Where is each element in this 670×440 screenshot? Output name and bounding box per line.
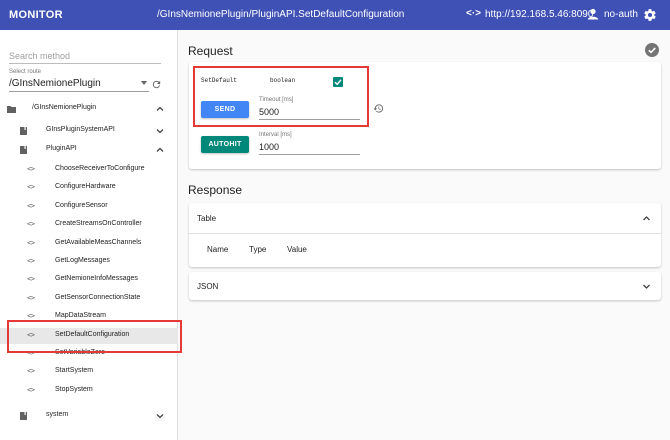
method-item[interactable]: <> CreateStreamsOnController: [0, 217, 178, 233]
history-icon[interactable]: [373, 103, 384, 114]
search-method-input[interactable]: [9, 48, 161, 64]
method-item-label: ConfigureHardware: [55, 183, 116, 191]
send-button-label: SEND: [214, 106, 236, 113]
book-icon: [20, 412, 27, 420]
method-item[interactable]: <> MapDataStream: [0, 309, 178, 325]
code-icon: <>: [27, 385, 35, 394]
tree-node-system[interactable]: system: [0, 408, 178, 424]
book-icon: [20, 127, 27, 135]
code-icon: <>: [27, 349, 35, 357]
user-label[interactable]: no-auth: [604, 9, 638, 20]
method-item-label: SetVariableZero: [55, 349, 106, 356]
code-icon: <>: [27, 238, 35, 247]
method-item-label: GetAvailableMeasChannels: [55, 238, 142, 246]
code-icon: <>: [27, 312, 35, 321]
response-heading: Response: [188, 183, 243, 197]
param-type: boolean: [270, 77, 296, 84]
refresh-icon[interactable]: [151, 79, 162, 90]
method-item[interactable]: <> SetVariableZero: [0, 346, 178, 362]
route-select-value: /GInsNemionePlugin: [9, 78, 101, 89]
dropdown-caret-icon: [141, 81, 147, 85]
method-item-label: MapDataStream: [55, 312, 106, 320]
gear-icon[interactable]: [643, 8, 657, 22]
code-icon: <>: [27, 275, 35, 284]
timeout-label: Timeout [ms]: [259, 97, 294, 103]
method-item[interactable]: <> ConfigureHardware: [0, 180, 178, 196]
json-panel[interactable]: JSON: [189, 272, 661, 300]
autohit-button-label: AUTOHIT: [208, 141, 242, 148]
method-item[interactable]: <> StartSystem: [0, 364, 178, 380]
code-icon: <>: [27, 201, 35, 210]
tree-node-label: /GInsNemionePlugin: [32, 104, 97, 111]
table-panel: Table Name Type Value: [189, 203, 661, 267]
column-header-name: Name: [207, 245, 229, 254]
route-select[interactable]: /GInsNemionePlugin: [9, 78, 149, 92]
method-item-label: StartSystem: [55, 367, 94, 375]
tree-node-label: GInsPluginSystemAPI: [46, 126, 115, 133]
method-item[interactable]: <> StopSystem: [0, 383, 178, 399]
tree-node-pluginapi[interactable]: PluginAPI: [0, 142, 178, 158]
sidebar: Select route /GInsNemionePlugin /GInsNem…: [0, 30, 178, 440]
check-icon: [334, 79, 342, 86]
interval-input[interactable]: 1000: [259, 142, 360, 155]
param-name: SetDefault: [201, 77, 238, 84]
book-icon: [20, 146, 27, 154]
chevron-up-icon: [643, 216, 650, 221]
chevron-down-icon: [156, 414, 164, 419]
code-icon: <>: [27, 367, 35, 376]
method-item-label: ConfigureSensor: [55, 201, 108, 209]
code-icon: <>: [27, 293, 35, 302]
code-icon: <>: [27, 183, 35, 192]
method-item-label: GetLogMessages: [55, 257, 110, 264]
app-title: MONITOR: [9, 9, 63, 21]
method-item-label: GetNemioneInfoMessages: [55, 275, 138, 283]
method-item[interactable]: <> ConfigureSensor: [0, 199, 178, 215]
route-select-label: Select route: [9, 69, 42, 75]
method-item-label: GetSensorConnectionState: [55, 293, 141, 301]
chevron-down-icon: [156, 129, 164, 134]
method-item-label: StopSystem: [55, 385, 93, 393]
chevron-up-icon: [156, 147, 164, 152]
column-header-type: Type: [249, 245, 267, 254]
chevron-down-icon: [643, 284, 650, 289]
table-panel-title: Table: [197, 214, 217, 223]
tree-node-label: PluginAPI: [46, 145, 77, 152]
method-item-label: ChooseReceiverToConfigure: [55, 165, 145, 172]
method-item-label: SetDefaultConfiguration: [55, 330, 130, 338]
column-header-value: Value: [287, 245, 307, 254]
code-icon: <>: [27, 257, 35, 265]
code-icon: <>: [27, 220, 35, 229]
json-panel-title: JSON: [197, 282, 219, 291]
param-checkbox[interactable]: [333, 77, 343, 87]
code-icon: <>: [27, 165, 35, 173]
tree-node-root[interactable]: /GInsNemionePlugin: [0, 101, 178, 117]
request-heading: Request: [188, 44, 233, 58]
user-icon[interactable]: [587, 8, 599, 20]
timeout-input[interactable]: 5000: [259, 107, 360, 120]
method-item[interactable]: <> GetAvailableMeasChannels: [0, 236, 178, 252]
code-icon: <>: [27, 330, 35, 339]
send-button[interactable]: SEND: [201, 101, 249, 118]
method-item[interactable]: <> SetDefaultConfiguration: [0, 327, 178, 344]
autohit-button[interactable]: AUTOHIT: [201, 136, 249, 153]
table-panel-header[interactable]: Table: [189, 203, 661, 234]
method-item[interactable]: <> GetNemioneInfoMessages: [0, 272, 178, 288]
tree-node-label: system: [46, 411, 69, 418]
check-circle-icon: [645, 43, 659, 57]
interval-label: Interval [ms]: [259, 132, 292, 138]
folder-icon: [7, 106, 16, 113]
connection-icon[interactable]: <·>: [466, 8, 481, 19]
chevron-up-icon: [156, 106, 164, 111]
method-item[interactable]: <> GetLogMessages: [0, 254, 178, 270]
top-app-bar: MONITOR /GInsNemionePlugin/PluginAPI.Set…: [0, 0, 670, 30]
method-item[interactable]: <> ChooseReceiverToConfigure: [0, 162, 178, 178]
method-item-label: CreateStreamsOnController: [55, 220, 142, 228]
method-item[interactable]: <> GetSensorConnectionState: [0, 291, 178, 307]
tree-node-ginspluginsystemapi[interactable]: GInsPluginSystemAPI: [0, 123, 178, 139]
current-route-path: /GInsNemionePlugin/PluginAPI.SetDefaultC…: [157, 9, 405, 20]
connection-url[interactable]: http://192.168.5.46:8090: [485, 9, 593, 20]
